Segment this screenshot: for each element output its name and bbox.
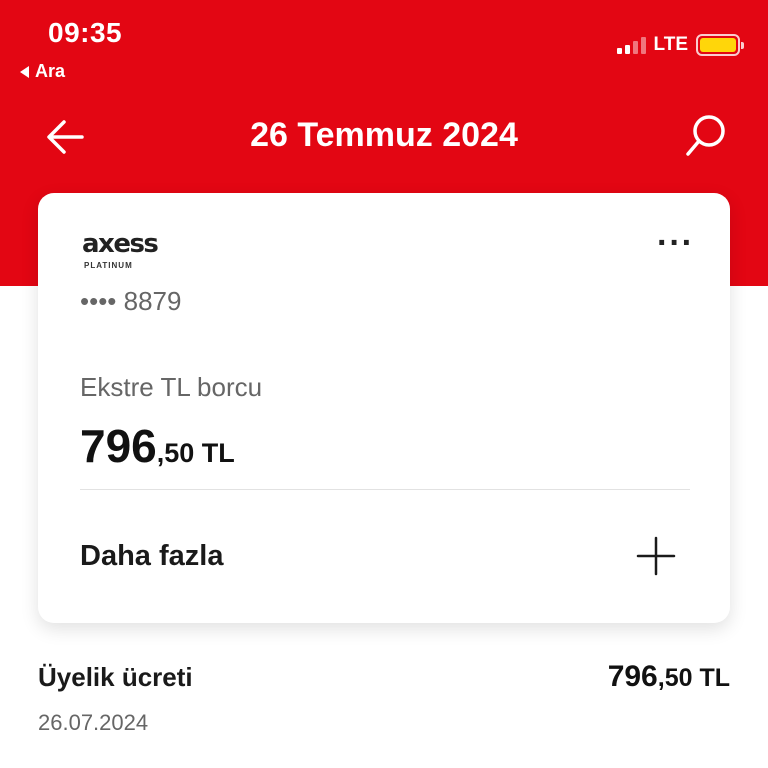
- search-button[interactable]: [684, 112, 728, 158]
- page-title: 26 Temmuz 2024: [250, 116, 518, 154]
- transaction-date: 26.07.2024: [38, 710, 149, 735]
- ellipsis-icon: ···: [657, 224, 694, 262]
- network-type: LTE: [653, 34, 688, 55]
- status-time: 09:35: [48, 17, 123, 48]
- plus-icon: [636, 536, 676, 576]
- credit-card-panel: axess PLATINUM ··· •••• 8879 Ekstre TL b…: [38, 193, 730, 623]
- back-triangle-icon: [20, 65, 29, 78]
- card-brand-tier: PLATINUM: [84, 261, 133, 270]
- transaction-amount: 796,50 TL: [608, 660, 730, 694]
- status-back-label: Ara: [35, 61, 66, 81]
- amount-fraction: ,50 TL: [156, 438, 235, 468]
- statement-debt-amount: 796,50 TL: [80, 419, 235, 473]
- card-masked-number: •••• 8879: [80, 286, 182, 316]
- status-indicators: LTE: [616, 34, 744, 56]
- expand-button[interactable]: [636, 536, 676, 576]
- status-back-to-app[interactable]: Ara: [20, 61, 65, 82]
- statement-debt-label: Ekstre TL borcu: [80, 372, 263, 402]
- amount-integer: 796: [80, 420, 157, 472]
- tx-amount-fraction: ,50 TL: [657, 664, 730, 692]
- card-brand-logo: axess: [82, 229, 159, 259]
- more-options-button[interactable]: ···: [657, 226, 694, 260]
- transaction-title: Üyelik ücreti: [38, 662, 193, 692]
- show-more-label[interactable]: Daha fazla: [80, 540, 223, 573]
- signal-icon: [616, 36, 646, 54]
- tx-amount-integer: 796: [607, 660, 658, 693]
- search-icon: [686, 115, 725, 156]
- card-divider: [80, 489, 690, 490]
- battery-icon: [696, 34, 744, 56]
